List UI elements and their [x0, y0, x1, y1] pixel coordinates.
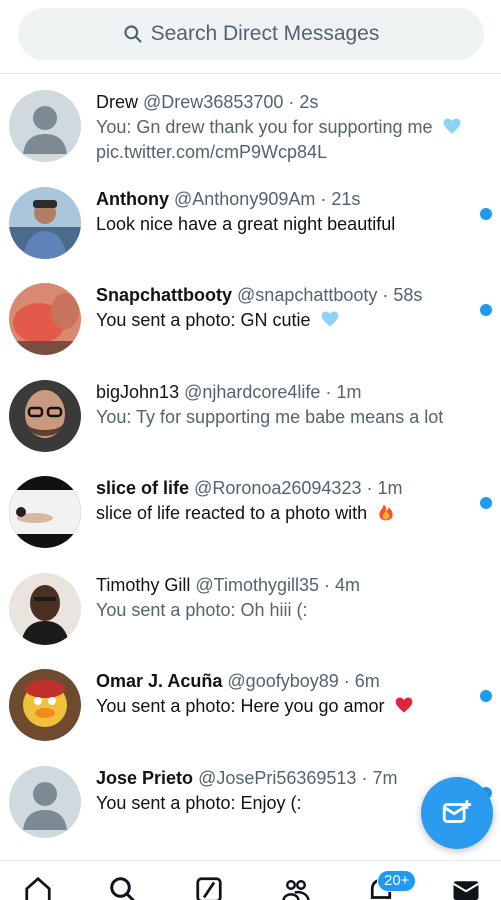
message-preview: You sent a photo: Here you go amor	[96, 696, 385, 716]
profile-photo	[9, 572, 81, 645]
message-preview: Look nice have a great night beautiful	[96, 213, 396, 234]
messages-icon	[452, 881, 480, 900]
contact-handle: @njhardcore4life	[184, 381, 321, 402]
contact-handle: @goofyboy89	[227, 671, 339, 691]
unread-indicator	[480, 690, 492, 702]
profile-photo	[9, 476, 81, 548]
conversation-item[interactable]: Omar J. Acuña @goofyboy89 · 6m You sent …	[0, 653, 501, 750]
timestamp: 7m	[372, 767, 398, 788]
blue-heart-icon	[321, 311, 338, 327]
contact-name: Snapchattbooty	[96, 285, 233, 305]
search-placeholder: Search Direct Messages	[150, 22, 380, 45]
profile-photo	[9, 186, 81, 259]
nav-messages[interactable]	[451, 875, 485, 900]
conversation-item[interactable]: slice of life @Roronoa26094323 · 1m slic…	[0, 460, 501, 557]
contact-name: Timothy Gill	[96, 574, 191, 595]
timestamp: 58s	[393, 285, 423, 305]
nav-home[interactable]	[23, 875, 57, 900]
timestamp: 2s	[299, 92, 319, 112]
avatar[interactable]	[9, 186, 81, 259]
message-preview: You: Gn drew thank you for supporting me	[96, 117, 433, 137]
search-icon	[110, 877, 136, 900]
contact-handle: @Roronoa26094323	[194, 478, 362, 498]
contact-handle: @Drew36853700	[143, 92, 284, 112]
timestamp: 1m	[336, 381, 362, 402]
contact-name: slice of life	[96, 478, 190, 498]
avatar[interactable]	[9, 765, 81, 838]
avatar[interactable]	[9, 572, 81, 645]
timestamp: 21s	[331, 188, 361, 209]
message-preview: You sent a photo: Enjoy (:	[96, 792, 302, 813]
conversation-item[interactable]: bigJohn13 @njhardcore4life · 1m You: Ty …	[0, 364, 501, 461]
contact-handle: @Anthony909Am	[174, 188, 316, 209]
default-avatar-icon	[9, 90, 81, 162]
home-icon	[25, 876, 51, 900]
avatar[interactable]	[9, 283, 81, 355]
new-message-icon	[442, 800, 472, 823]
contact-name: bigJohn13	[96, 381, 180, 402]
profile-photo	[9, 379, 81, 452]
contact-handle: @Timothygill35	[195, 574, 320, 595]
bottom-nav	[0, 860, 501, 900]
conversation-item[interactable]: Timothy Gill @Timothygill35 · 4m You sen…	[0, 557, 501, 654]
message-preview: You sent a photo: Oh hiii (:	[96, 599, 308, 620]
contact-handle: @snapchattbooty	[237, 285, 378, 305]
conversation-item[interactable]: Anthony @Anthony909Am · 21s Look nice ha…	[0, 171, 501, 268]
nav-search[interactable]	[108, 875, 142, 900]
notifications-badge: 20+	[377, 870, 417, 892]
conversation-item[interactable]: Drew @Drew36853700 · 2s You: Gn drew tha…	[0, 74, 501, 171]
conversation-item[interactable]: Snapchattbooty @snapchattbooty · 58s You…	[0, 267, 501, 364]
search-input[interactable]: Search Direct Messages	[18, 8, 484, 60]
nav-grok[interactable]	[194, 875, 228, 900]
message-preview: You sent a photo: GN cutie	[96, 310, 311, 330]
fire-icon	[379, 504, 393, 521]
grok-icon	[196, 877, 222, 900]
red-heart-icon	[395, 697, 412, 713]
unread-indicator	[480, 207, 492, 220]
blue-heart-icon	[443, 118, 460, 134]
unread-indicator	[480, 304, 492, 316]
search-header: Search Direct Messages	[0, 0, 501, 74]
contact-name: Jose Prieto	[96, 767, 194, 788]
profile-photo	[9, 669, 81, 741]
message-preview: slice of life reacted to a photo with	[96, 503, 368, 523]
message-preview: You: Ty for supporting me babe means a l…	[96, 406, 444, 427]
new-message-button[interactable]	[421, 777, 493, 849]
default-avatar-icon	[9, 765, 81, 838]
profile-photo	[9, 283, 81, 355]
unread-indicator	[480, 497, 492, 509]
nav-communities[interactable]	[281, 875, 315, 900]
timestamp: 4m	[335, 574, 361, 595]
timestamp: 6m	[354, 671, 380, 691]
contact-handle: @JosePri56369513	[198, 767, 357, 788]
contact-name: Drew	[96, 92, 139, 112]
timestamp: 1m	[377, 478, 403, 498]
contact-name: Omar J. Acuña	[96, 671, 223, 691]
conversation-list: Drew @Drew36853700 · 2s You: Gn drew tha…	[0, 74, 501, 846]
avatar[interactable]	[9, 669, 81, 741]
avatar[interactable]	[9, 476, 81, 548]
search-icon	[124, 25, 142, 43]
avatar[interactable]	[9, 379, 81, 452]
communities-icon	[282, 880, 310, 900]
message-link[interactable]: pic.twitter.com/cmP9Wcp84L	[96, 140, 471, 164]
contact-name: Anthony	[96, 188, 169, 209]
avatar[interactable]	[9, 90, 81, 162]
